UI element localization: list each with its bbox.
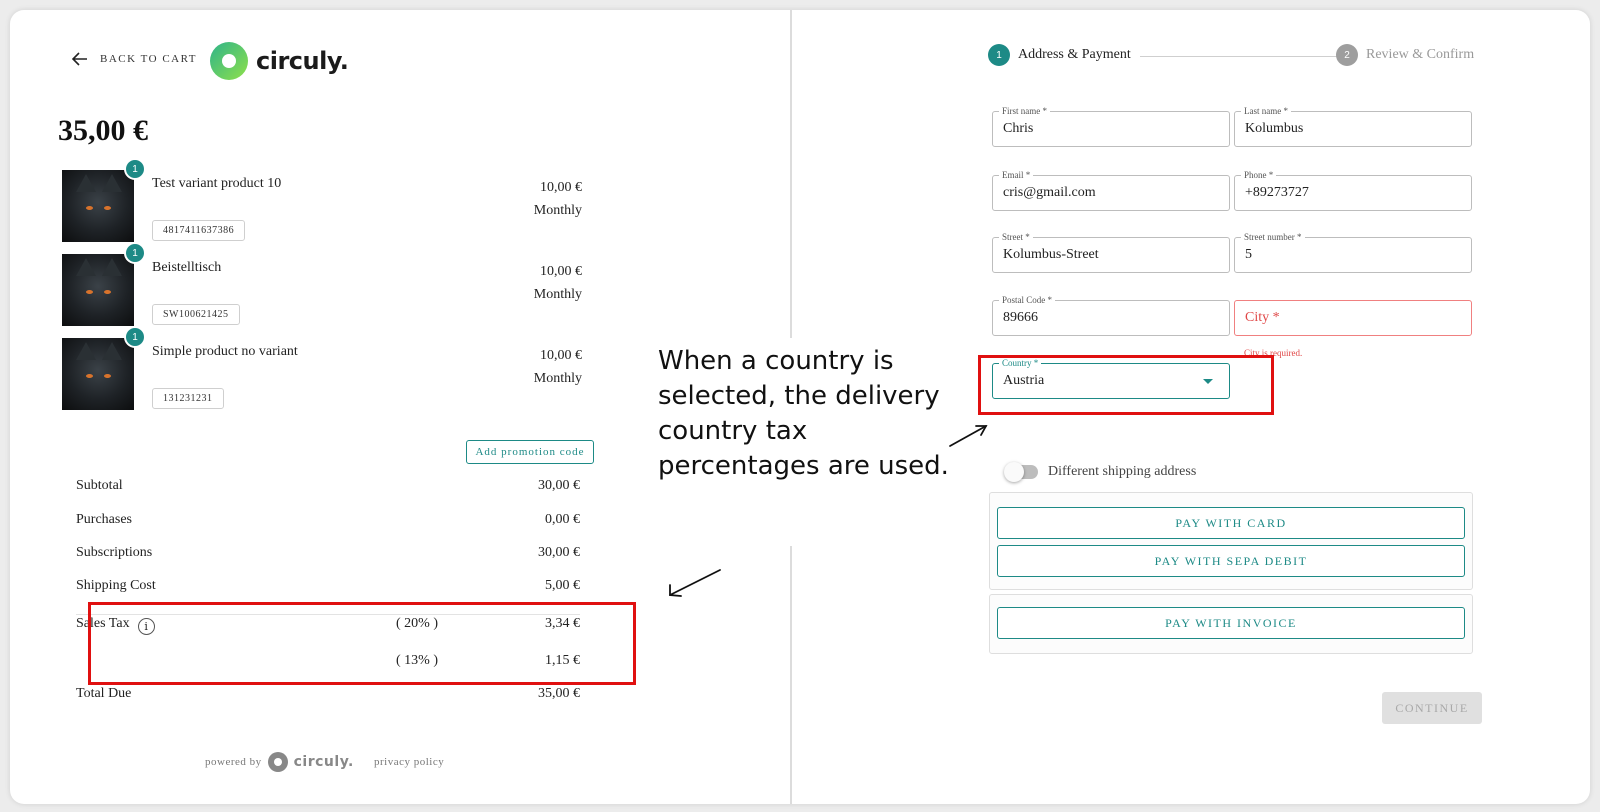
brand-logo: circuly. [210,42,349,80]
pay-with-card-button[interactable]: PAY WITH CARD [997,507,1465,539]
circuly-logo-icon [267,752,288,772]
shipping-row: Shipping Cost 5,00 € [76,578,580,594]
step-label: Address & Payment [1018,47,1131,62]
field-label: Street number * [1241,231,1305,243]
subscriptions-value: 30,00 € [538,545,580,560]
field-value: 89666 [1003,310,1038,325]
product-image [62,254,134,326]
step-label: Review & Confirm [1366,47,1475,62]
checkout-page: BACK TO CART circuly. 35,00 € 1 Test var… [10,10,1590,804]
field-label: Last name * [1241,105,1291,117]
circuly-logo-icon [210,42,248,80]
price-value: 10,00 € [540,264,582,279]
billing-interval: Monthly [533,287,582,302]
back-to-cart-label: BACK TO CART [100,53,198,65]
phone-field[interactable]: Phone * +89273727 [1234,169,1472,211]
field-label: Street * [999,231,1033,243]
field-value: 5 [1245,247,1252,262]
street-field[interactable]: Street * Kolumbus-Street [992,231,1230,273]
step-address-payment: 1 Address & Payment [988,44,1131,66]
toggle-label: Different shipping address [1048,464,1197,479]
product-name: Simple product no variant [152,344,298,359]
last-name-field[interactable]: Last name * Kolumbus [1234,105,1472,147]
total-due-label: Total Due [76,686,132,701]
product-price: 10,00 € Monthly [534,344,582,390]
back-to-cart-link[interactable]: BACK TO CART [72,52,197,66]
subscriptions-label: Subscriptions [76,545,153,560]
arrow-to-country-icon [949,425,987,447]
tax-highlight-box [88,602,636,685]
continue-button[interactable]: CONTINUE [1382,692,1482,724]
arrow-to-tax-icon [669,569,721,596]
quantity-badge: 1 [124,326,146,348]
step-review-confirm: 2 Review & Confirm [1336,44,1474,66]
powered-by: powered by circuly. [205,752,354,772]
product-name: Test variant product 10 [152,176,282,191]
field-value: cris@gmail.com [1003,185,1096,200]
product-image [62,338,134,410]
pay-with-sepa-debit-button[interactable]: PAY WITH SEPA DEBIT [997,545,1465,577]
field-value: Chris [1003,121,1034,136]
country-highlight-box [978,355,1274,415]
footer-logo-text: circuly. [293,754,354,770]
field-value: Kolumbus-Street [1003,247,1099,262]
subtotal-row: Subtotal 30,00 € [76,478,580,494]
billing-interval: Monthly [533,371,582,386]
purchases-row: Purchases 0,00 € [76,512,580,528]
quantity-badge: 1 [124,158,146,180]
step-number: 1 [988,44,1010,66]
field-value: +89273727 [1245,185,1309,200]
add-promotion-code-button[interactable]: Add promotion code [466,440,594,464]
product-name: Beistelltisch [152,260,222,275]
total-due-row: Total Due 35,00 € [76,686,580,702]
product-image [62,170,134,242]
toggle-switch[interactable] [1004,462,1038,482]
powered-by-label: powered by [205,756,262,768]
postal-code-field[interactable]: Postal Code * 89666 [992,294,1230,336]
product-sku: 4817411637386 [152,220,246,241]
privacy-policy-link[interactable]: privacy policy [374,756,444,768]
field-value: Kolumbus [1245,121,1304,136]
city-field[interactable]: City * [1234,300,1472,336]
cart-item: 1 Simple product no variant 131231231 10… [62,326,582,418]
product-sku: 131231231 [152,388,224,409]
product-price: 10,00 € Monthly [534,176,582,222]
price-value: 10,00 € [540,180,582,195]
billing-interval: Monthly [533,203,582,218]
subtotal-label: Subtotal [76,478,123,493]
product-price: 10,00 € Monthly [534,260,582,306]
toggle-knob [1004,462,1024,482]
cart-item: 1 Beistelltisch SW100621425 10,00 € Month… [62,242,582,334]
price-value: 10,00 € [540,348,582,363]
cart-item: 1 Test variant product 10 4817411637386 … [62,158,582,250]
total-due-value: 35,00 € [538,686,580,701]
step-number: 2 [1336,44,1358,66]
street-number-field[interactable]: Street number * 5 [1234,231,1472,273]
different-shipping-toggle[interactable]: Different shipping address [1004,462,1197,482]
shipping-label: Shipping Cost [76,578,156,593]
pay-with-invoice-button[interactable]: PAY WITH INVOICE [997,607,1465,639]
field-label: Email * [999,169,1034,181]
stepper-connector [1140,56,1340,57]
city-placeholder: City * [1245,310,1280,325]
purchases-label: Purchases [76,512,132,527]
shipping-value: 5,00 € [545,578,580,593]
arrow-left-icon [72,52,87,66]
order-total: 35,00 € [58,114,148,147]
subtotal-value: 30,00 € [538,478,580,493]
field-label: First name * [999,105,1050,117]
first-name-field[interactable]: First name * Chris [992,105,1230,147]
product-sku: SW100621425 [152,304,240,325]
annotation-arrows [669,425,988,597]
field-label: Phone * [1241,169,1277,181]
quantity-badge: 1 [124,242,146,264]
email-field[interactable]: Email * cris@gmail.com [992,169,1230,211]
logo-text: circuly. [256,47,349,75]
field-label: Postal Code * [999,294,1056,306]
subscriptions-row: Subscriptions 30,00 € [76,545,580,561]
purchases-value: 0,00 € [545,512,580,527]
